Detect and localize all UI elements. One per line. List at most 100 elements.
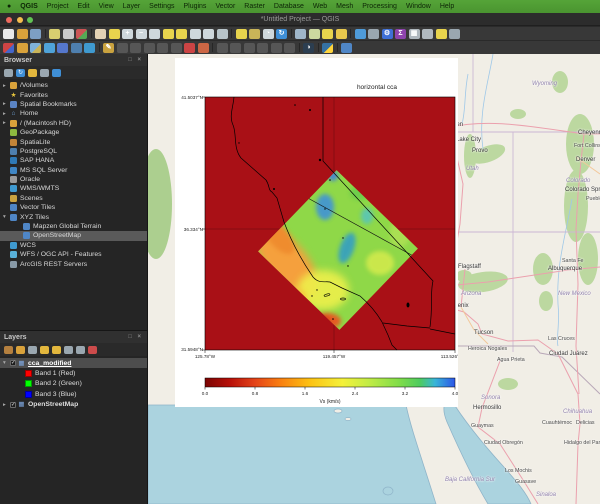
move-label-button[interactable] bbox=[271, 43, 282, 53]
zoom-last-button[interactable] bbox=[203, 29, 214, 39]
cut-features-button[interactable] bbox=[171, 43, 182, 53]
label-options-button[interactable] bbox=[244, 43, 255, 53]
zoom-native-button[interactable] bbox=[190, 29, 201, 39]
menu-layer[interactable]: Layer bbox=[123, 3, 141, 10]
browser-item-macintosh-hd[interactable]: ▸/ (Macintosh HD) bbox=[0, 119, 147, 128]
layer-visibility-checkbox[interactable]: ✓ bbox=[10, 360, 16, 366]
map-tips-button[interactable] bbox=[436, 29, 447, 39]
zoom-next-button[interactable] bbox=[217, 29, 228, 39]
redo-button[interactable] bbox=[230, 43, 241, 53]
chevron-right-icon[interactable]: ▸ bbox=[3, 111, 10, 117]
select-by-expression-button[interactable] bbox=[336, 29, 347, 39]
menu-mesh[interactable]: Mesh bbox=[336, 3, 353, 10]
identify-button[interactable] bbox=[355, 29, 366, 39]
delete-selected-button[interactable] bbox=[157, 43, 168, 53]
statistics-panel-button[interactable]: Σ bbox=[395, 29, 406, 39]
chevron-right-icon[interactable]: ▸ bbox=[3, 120, 10, 126]
add-group-button[interactable] bbox=[16, 346, 25, 354]
save-layer-edits-button[interactable] bbox=[117, 43, 128, 53]
add-vector-layer-button[interactable] bbox=[17, 43, 28, 53]
layer-visibility-checkbox[interactable]: ✓ bbox=[10, 402, 16, 408]
new-spatial-bookmark-button[interactable] bbox=[236, 29, 247, 39]
deselect-features-button[interactable] bbox=[322, 29, 333, 39]
add-delimited-text-button[interactable] bbox=[57, 43, 68, 53]
vertex-tool-button[interactable] bbox=[144, 43, 155, 53]
options-button[interactable]: ⚙ bbox=[382, 29, 393, 39]
browser-item-spatialite[interactable]: SpatiaLite bbox=[0, 137, 147, 146]
python-console-button[interactable] bbox=[322, 43, 333, 53]
browser-item-arcgis-rest-servers[interactable]: ArcGIS REST Servers bbox=[0, 259, 147, 268]
open-layer-styling-button[interactable] bbox=[4, 346, 13, 354]
add-raster-layer-button[interactable] bbox=[30, 43, 41, 53]
layer-item-band-2-green[interactable]: Band 2 (Green) bbox=[0, 379, 147, 389]
temporal-controller-button[interactable]: ◔ bbox=[263, 29, 274, 39]
browser-item-xyz-tiles[interactable]: ▾XYZ Tiles bbox=[0, 212, 147, 221]
menu-help[interactable]: Help bbox=[440, 3, 454, 10]
magnifier-button[interactable] bbox=[449, 29, 460, 39]
add-selected-layers-button[interactable] bbox=[4, 69, 13, 77]
remove-layer-button[interactable] bbox=[88, 346, 97, 354]
browser-item-sap-hana[interactable]: SAP HANA bbox=[0, 156, 147, 165]
browser-item-wcs[interactable]: WCS bbox=[0, 241, 147, 250]
zoom-full-button[interactable] bbox=[149, 29, 160, 39]
menu-edit[interactable]: Edit bbox=[78, 3, 90, 10]
refresh-map-button[interactable]: ↻ bbox=[276, 29, 287, 39]
undo-button[interactable] bbox=[217, 43, 228, 53]
browser-item-oracle[interactable]: Oracle bbox=[0, 175, 147, 184]
menu-qgis[interactable]: QGIS bbox=[20, 3, 38, 10]
zoom-in-button[interactable]: + bbox=[122, 29, 133, 39]
add-feature-button[interactable] bbox=[130, 43, 141, 53]
browser-item-geopackage[interactable]: GeoPackage bbox=[0, 128, 147, 137]
layer-item-band-1-red[interactable]: Band 1 (Red) bbox=[0, 368, 147, 378]
menu-window[interactable]: Window bbox=[406, 3, 431, 10]
attribute-table-button[interactable]: ▦ bbox=[409, 29, 420, 39]
paste-features-button[interactable] bbox=[198, 43, 209, 53]
field-calculator-button[interactable] bbox=[422, 29, 433, 39]
menu-raster[interactable]: Raster bbox=[244, 3, 265, 10]
menu-database[interactable]: Database bbox=[274, 3, 304, 10]
open-project-button[interactable] bbox=[17, 29, 28, 39]
save-project-button[interactable] bbox=[30, 29, 41, 39]
show-layout-manager-button[interactable] bbox=[63, 29, 74, 39]
add-wms-layer-button[interactable] bbox=[84, 43, 95, 53]
select-features-button[interactable] bbox=[309, 29, 320, 39]
browser-item-scenes[interactable]: Scenes bbox=[0, 194, 147, 203]
layer-item-cca-modified[interactable]: ▾✓▦cca_modified bbox=[0, 358, 147, 368]
diagram-options-button[interactable] bbox=[257, 43, 268, 53]
browser-item-home[interactable]: ▸⌂Home bbox=[0, 109, 147, 118]
filter-browser-button[interactable] bbox=[28, 69, 37, 77]
browser-item-mapzen-global-terrain[interactable]: Mapzen Global Terrain bbox=[0, 222, 147, 231]
zoom-to-layer-button[interactable] bbox=[176, 29, 187, 39]
refresh-browser-button[interactable]: ↻ bbox=[16, 69, 25, 77]
browser-item-spatial-bookmarks[interactable]: ▸Spatial Bookmarks bbox=[0, 100, 147, 109]
browser-item-postgresql[interactable]: PostgreSQL bbox=[0, 147, 147, 156]
zoom-out-button[interactable]: − bbox=[136, 29, 147, 39]
zoom-to-selection-button[interactable] bbox=[163, 29, 174, 39]
chevron-down-icon[interactable]: ▾ bbox=[3, 360, 10, 366]
show-properties-button[interactable] bbox=[52, 69, 61, 77]
pan-map-button[interactable] bbox=[95, 29, 106, 39]
chevron-right-icon[interactable]: ▸ bbox=[3, 83, 10, 89]
collapse-all-button[interactable] bbox=[76, 346, 85, 354]
filter-legend-button[interactable] bbox=[40, 346, 49, 354]
pan-to-selection-button[interactable] bbox=[109, 29, 120, 39]
chevron-right-icon[interactable]: ▸ bbox=[3, 402, 10, 408]
show-bookmarks-button[interactable] bbox=[249, 29, 260, 39]
menu-web[interactable]: Web bbox=[313, 3, 327, 10]
map-theme-button[interactable]: ◑ bbox=[303, 43, 314, 53]
browser-item-wms-wmts[interactable]: WMS/WMTS bbox=[0, 184, 147, 193]
style-manager-button[interactable] bbox=[76, 29, 87, 39]
browser-item-vector-tiles[interactable]: Vector Tiles bbox=[0, 203, 147, 212]
collapse-all-button[interactable] bbox=[40, 69, 49, 77]
expand-all-button[interactable] bbox=[64, 346, 73, 354]
layer-item-openstreetmap[interactable]: ▸✓▦OpenStreetMap bbox=[0, 400, 147, 410]
panel-window-buttons[interactable]: □ × bbox=[128, 334, 143, 340]
browser-item-volumes[interactable]: ▸/Volumes bbox=[0, 81, 147, 90]
copy-features-button[interactable] bbox=[184, 43, 195, 53]
menu-vector[interactable]: Vector bbox=[215, 3, 235, 10]
identify-features-button[interactable] bbox=[295, 29, 306, 39]
metasearch-button[interactable] bbox=[341, 43, 352, 53]
new-project-button[interactable] bbox=[3, 29, 14, 39]
chevron-down-icon[interactable]: ▾ bbox=[3, 214, 10, 220]
browser-item-ms-sql-server[interactable]: MS SQL Server bbox=[0, 166, 147, 175]
